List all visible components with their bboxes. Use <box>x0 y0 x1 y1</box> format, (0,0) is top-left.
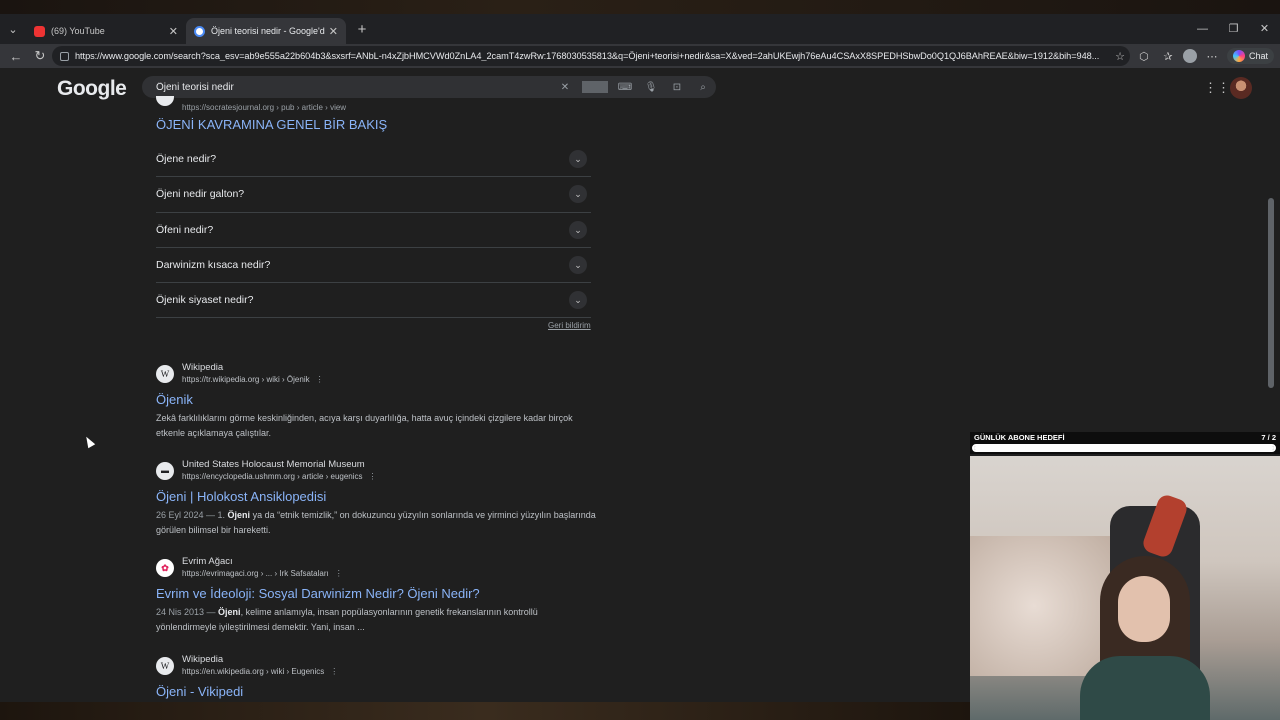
goal-progress-fill <box>974 446 1274 450</box>
result-snippet: 26 Eyl 2024 — 1. Öjeni ya da “etnik temi… <box>156 510 596 535</box>
more-options-icon[interactable]: ⋮ <box>369 472 377 481</box>
question-text: Öjeni nedir galton? <box>156 188 245 201</box>
tab-strip: ⌄ (69) YouTube ✕ Öjeni teorisi nedir - G… <box>0 14 1280 44</box>
browser-toolbar: ← ↻ https://www.google.com/search?sca_es… <box>0 44 1280 68</box>
close-icon[interactable]: ✕ <box>169 25 178 38</box>
close-window-button[interactable]: ✕ <box>1249 14 1280 44</box>
tab-title: Öjeni teorisi nedir - Google'da Ara <box>211 26 325 36</box>
related-question[interactable]: Darwinizm kısaca nedir? ⌄ <box>156 248 591 284</box>
search-result: ▬ United States Holocaust Memorial Museu… <box>156 459 596 538</box>
feedback-link[interactable]: Geri bildirim <box>548 321 591 330</box>
goal-progress-bar <box>972 444 1276 452</box>
chevron-down-icon[interactable]: ⌄ <box>569 185 587 204</box>
clear-search-icon[interactable]: ✕ <box>552 82 578 93</box>
wikipedia-icon: W <box>156 657 174 675</box>
webcam-feed <box>970 456 1280 720</box>
chevron-down-icon[interactable]: ⌄ <box>569 150 587 169</box>
maximize-button[interactable]: ❐ <box>1218 14 1249 44</box>
result-site-name: Evrim Ağacı <box>182 556 233 567</box>
tab-google-search[interactable]: Öjeni teorisi nedir - Google'da Ara ✕ <box>186 18 346 44</box>
result-url: https://tr.wikipedia.org › wiki › Öjenik <box>182 375 310 384</box>
chevron-down-icon[interactable]: ⌄ <box>569 256 587 275</box>
bookmark-star-icon[interactable]: ☆ <box>1110 50 1130 63</box>
result-snippet: Zekâ farklılıklarını görme keskinliğinde… <box>156 413 573 438</box>
profile-avatar[interactable] <box>1182 49 1197 63</box>
divider <box>582 81 608 93</box>
site-favicon <box>156 96 174 106</box>
toolbar-actions: ⬡ ✰ ⋯ Chat <box>1135 46 1274 66</box>
scrollbar[interactable] <box>1268 198 1274 388</box>
webcam-person-body <box>1080 656 1210 720</box>
related-question[interactable]: Öjeni nedir galton? ⌄ <box>156 177 591 213</box>
question-text: Öfeni nedir? <box>156 223 214 236</box>
tab-title: (69) YouTube <box>51 26 105 36</box>
mouse-cursor <box>82 434 96 449</box>
google-icon <box>194 25 205 37</box>
result-snippet: 24 Nis 2013 — Öjeni, kelime anlamıyla, i… <box>156 607 538 632</box>
chevron-down-icon[interactable]: ⌄ <box>569 291 587 310</box>
search-icon[interactable]: ⌕ <box>690 82 716 93</box>
close-icon[interactable]: ✕ <box>329 25 338 38</box>
question-text: Darwinizm kısaca nedir? <box>156 259 271 272</box>
result-title-link[interactable]: Öjeni - Vikipedi <box>156 684 596 699</box>
bottom-background <box>0 702 970 720</box>
result-site-name: United States Holocaust Memorial Museum <box>182 459 365 470</box>
result-url: https://en.wikipedia.org › wiki › Eugeni… <box>182 667 325 676</box>
address-bar[interactable]: https://www.google.com/search?sca_esv=ab… <box>52 46 1130 66</box>
address-url[interactable]: https://www.google.com/search?sca_esv=ab… <box>75 51 1110 61</box>
site-info-icon[interactable] <box>60 51 69 61</box>
evrim-agaci-icon: ✿ <box>156 559 174 577</box>
result-url: https://encyclopedia.ushmm.org › article… <box>182 472 363 481</box>
museum-icon: ▬ <box>156 462 174 480</box>
webcam-person-face <box>1118 576 1170 642</box>
result-url: https://socratesjournal.org › pub › arti… <box>182 103 347 112</box>
result-site-name: Wikipedia <box>182 654 224 665</box>
favorites-icon[interactable]: ✰ <box>1159 50 1177 63</box>
result-title-link[interactable]: Evrim ve İdeoloji: Sosyal Darwinizm Nedi… <box>156 586 596 601</box>
window-controls: — ❐ ✕ <box>1187 14 1280 44</box>
search-input[interactable] <box>156 81 552 93</box>
result-url: https://evrimagaci.org › ... › Irk Safsa… <box>182 569 329 578</box>
account-avatar[interactable] <box>1230 77 1252 99</box>
search-result: W Wikipedia https://tr.wikipedia.org › w… <box>156 362 596 441</box>
related-question[interactable]: Öfeni nedir? ⌄ <box>156 213 591 248</box>
microphone-icon[interactable]: 🎙︎ <box>638 82 664 93</box>
back-button[interactable]: ← <box>4 49 28 64</box>
more-options-icon[interactable]: ⋮ <box>335 569 343 578</box>
search-result: W Wikipedia https://en.wikipedia.org › w… <box>156 654 596 699</box>
question-text: Öjene nedir? <box>156 153 217 166</box>
goal-label: GÜNLÜK ABONE HEDEFİ <box>974 433 1065 442</box>
search-box[interactable]: ✕ ⌨ 🎙︎ ⊡ ⌕ <box>142 76 716 98</box>
result-title-link[interactable]: ÖJENİ KAVRAMINA GENEL BİR BAKIŞ <box>156 117 387 132</box>
related-question[interactable]: Öjene nedir? ⌄ <box>156 142 591 178</box>
reload-button[interactable]: ↻ <box>28 48 52 64</box>
new-tab-button[interactable]: + <box>350 21 374 38</box>
related-question[interactable]: Öjenik siyaset nedir? ⌄ <box>156 283 591 319</box>
more-options-icon[interactable]: ⋮ <box>330 667 338 676</box>
keyboard-icon[interactable]: ⌨ <box>612 82 638 93</box>
wikipedia-icon: W <box>156 365 174 383</box>
google-logo[interactable]: Google <box>57 77 127 101</box>
extensions-icon[interactable]: ⬡ <box>1135 50 1153 63</box>
youtube-icon <box>34 25 45 37</box>
more-menu-icon[interactable]: ⋯ <box>1203 50 1221 63</box>
result-site-name: Wikipedia <box>182 362 224 373</box>
question-text: Öjenik siyaset nedir? <box>156 294 254 307</box>
copilot-icon <box>1232 50 1245 62</box>
result-title-link[interactable]: Öjenik <box>156 392 596 407</box>
result-title-link[interactable]: Öjeni | Holokost Ansiklopedisi <box>156 489 596 504</box>
chevron-down-icon[interactable]: ⌄ <box>569 220 587 239</box>
search-result: ✿ Evrim Ağacı https://evrimagaci.org › .… <box>156 556 596 635</box>
subscriber-goal-widget: GÜNLÜK ABONE HEDEFİ 7 / 2 <box>970 432 1280 454</box>
chat-button[interactable]: Chat <box>1226 48 1274 64</box>
related-questions: Öjene nedir? ⌄ Öjeni nedir galton? ⌄ Öfe… <box>156 142 591 319</box>
stream-overlay: GÜNLÜK ABONE HEDEFİ 7 / 2 <box>970 432 1280 720</box>
tab-search-button[interactable]: ⌄ <box>0 14 26 44</box>
minimize-button[interactable]: — <box>1187 14 1218 44</box>
more-options-icon[interactable]: ⋮ <box>316 375 324 384</box>
tab-youtube[interactable]: (69) YouTube ✕ <box>26 18 186 44</box>
lens-icon[interactable]: ⊡ <box>664 82 690 93</box>
goal-count: 7 / 2 <box>1261 433 1276 442</box>
chat-label: Chat <box>1248 51 1268 61</box>
